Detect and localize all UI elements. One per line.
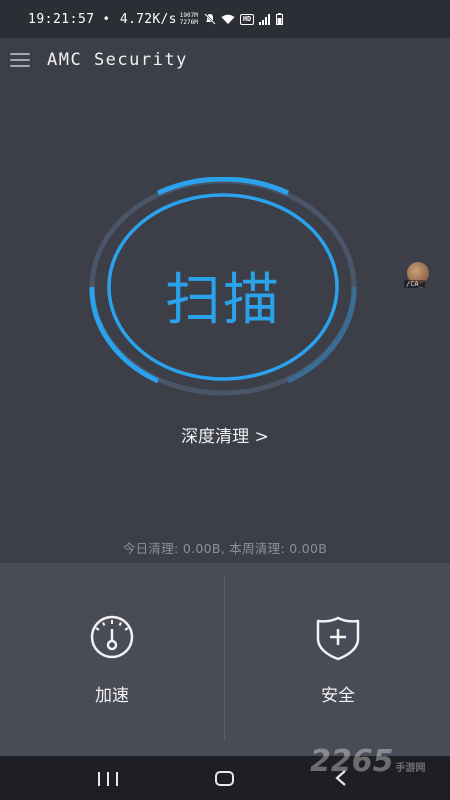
accelerate-label: 加速	[95, 686, 129, 706]
recents-icon[interactable]	[98, 772, 118, 786]
home-icon[interactable]	[215, 771, 234, 786]
scan-button[interactable]: 扫描	[88, 177, 358, 397]
speedometer-icon	[90, 615, 134, 659]
watermark: 2265 手游网	[310, 744, 426, 779]
panel-divider	[224, 577, 225, 741]
network-speed: 4.72K/s	[119, 11, 177, 27]
wifi-icon	[221, 14, 235, 24]
hd-badge: HD	[239, 13, 255, 25]
signal-icon	[259, 13, 271, 25]
status-bar: 19:21:57 • 4.72K/s 1907M 7276M HD	[0, 0, 450, 38]
security-label: 安全	[321, 686, 355, 706]
security-button[interactable]: 安全	[226, 563, 450, 756]
hamburger-menu-icon[interactable]	[10, 53, 30, 67]
shield-plus-icon	[316, 616, 360, 661]
status-icons: HD	[204, 13, 284, 25]
status-time: 19:21:57	[28, 11, 95, 27]
network-speed-detail: 1907M 7276M	[179, 12, 198, 26]
accelerate-button[interactable]: 加速	[0, 563, 224, 756]
clean-stats: 今日清理: 0.00B, 本周清理: 0.00B	[122, 541, 328, 556]
floating-widget-caption: /CA_	[404, 280, 425, 288]
app-title: AMC Security	[47, 50, 188, 70]
status-separator: •	[102, 12, 110, 26]
battery-icon	[276, 13, 284, 25]
scan-label[interactable]: 扫描	[88, 255, 358, 336]
mute-icon	[204, 13, 216, 25]
bottom-actions-panel: 加速 安全	[0, 563, 450, 756]
app-bar: AMC Security	[0, 38, 450, 84]
floating-widget[interactable]: /CA_	[404, 262, 436, 290]
deep-clean-link[interactable]: 深度清理 >	[0, 422, 450, 447]
